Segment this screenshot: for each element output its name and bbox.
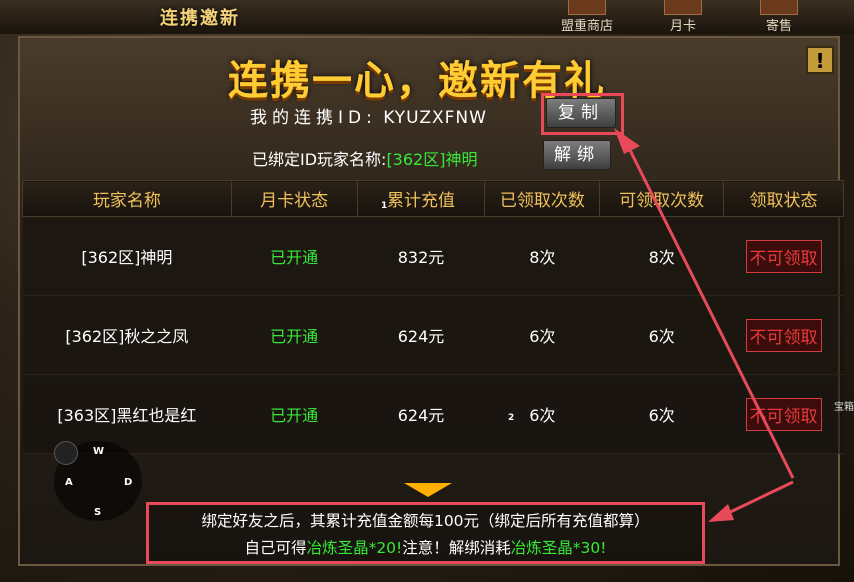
annotation-arrows (614, 128, 795, 522)
annotation-arrowhead-copy-icon (614, 128, 640, 154)
annotation-arrow-line-copy (623, 139, 795, 479)
annotation-arrowhead-note-icon (708, 504, 734, 522)
annotation-arrow-line-note (721, 480, 794, 518)
